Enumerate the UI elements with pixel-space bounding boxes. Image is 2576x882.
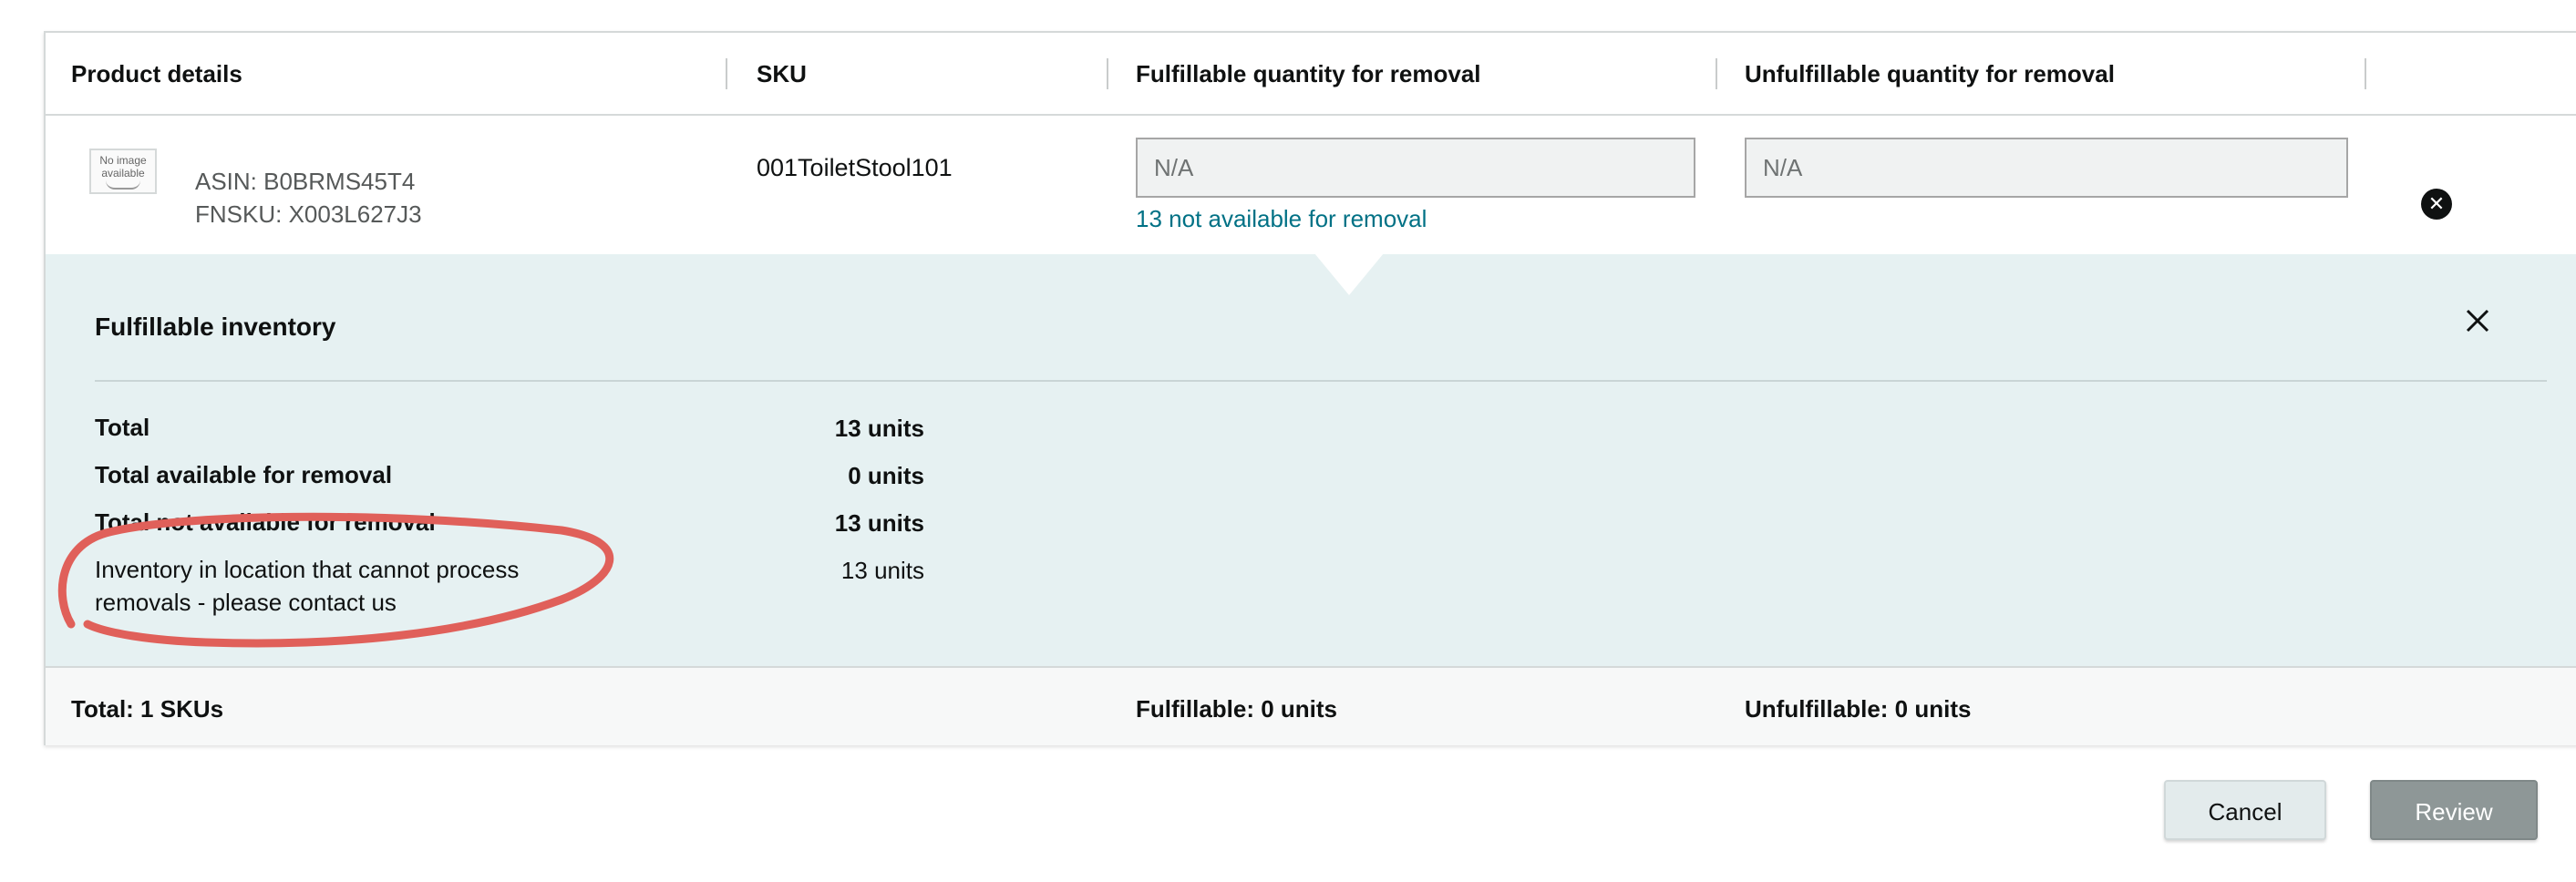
footer-unfulfillable: Unfulfillable: 0 units <box>1745 695 1972 723</box>
red-circle-annotation <box>57 512 613 648</box>
fnsku-text: FNSKU: X003L627J3 <box>195 200 422 228</box>
column-divider[interactable] <box>726 58 727 89</box>
close-icon <box>2466 309 2489 333</box>
stat-location-value: 13 units <box>840 557 924 584</box>
popover-close-button[interactable] <box>2465 305 2490 340</box>
header-sku: SKU <box>757 60 807 87</box>
unfulfillable-quantity-input[interactable]: N/A <box>1745 138 2348 198</box>
column-divider[interactable] <box>1716 58 1717 89</box>
popover-title: Fulfillable inventory <box>95 313 336 341</box>
stat-not-available-value: 13 units <box>834 509 924 537</box>
remove-row-button[interactable]: ✕ <box>2421 189 2452 220</box>
cancel-button[interactable]: Cancel <box>2164 780 2326 840</box>
stat-total-value: 13 units <box>834 415 924 442</box>
fulfillable-placeholder: N/A <box>1154 154 1194 181</box>
unfulfillable-placeholder: N/A <box>1763 154 1803 181</box>
review-button[interactable]: Review <box>2370 780 2538 840</box>
popover-divider <box>95 380 2547 382</box>
no-image-text: No image available <box>99 154 147 179</box>
header-fulfillable: Fulfillable quantity for removal <box>1136 60 1481 87</box>
column-divider[interactable] <box>1107 58 1108 89</box>
fulfillable-quantity-input[interactable]: N/A <box>1136 138 1695 198</box>
smile-logo-icon <box>106 180 140 190</box>
column-divider[interactable] <box>2365 58 2366 89</box>
stat-available-value: 0 units <box>848 462 924 489</box>
product-thumbnail: No image available <box>89 149 157 194</box>
footer-fulfillable: Fulfillable: 0 units <box>1136 695 1338 723</box>
stat-total-label: Total <box>95 414 150 441</box>
stat-available-label: Total available for removal <box>95 461 393 488</box>
header-product-details: Product details <box>71 60 242 87</box>
product-identifiers: ASIN: B0BRMS45T4 FNSKU: X003L627J3 <box>195 165 422 231</box>
not-available-link[interactable]: 13 not available for removal <box>1136 205 1427 233</box>
asin-text: ASIN: B0BRMS45T4 <box>195 168 416 195</box>
header-unfulfillable: Unfulfillable quantity for removal <box>1745 60 2115 87</box>
table-footer: Total: 1 SKUs Fulfillable: 0 units Unful… <box>46 666 2576 745</box>
x-circle-icon: ✕ <box>2427 192 2446 215</box>
table-header: Product details SKU Fulfillable quantity… <box>46 33 2576 116</box>
popover-caret <box>1314 253 1384 295</box>
footer-total: Total: 1 SKUs <box>71 695 224 723</box>
sku-value: 001ToiletStool101 <box>757 154 953 181</box>
